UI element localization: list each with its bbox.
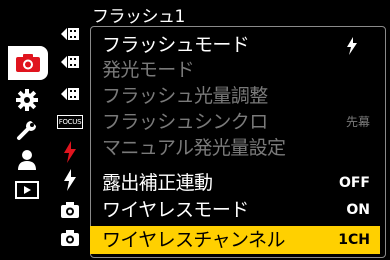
menu-item-label: フラッシュモード	[102, 34, 250, 56]
tab-setup[interactable]	[4, 116, 50, 144]
menu-item-label: ワイヤレスモード	[102, 199, 249, 221]
tab-photo[interactable]	[8, 46, 48, 80]
menu-item-value: 先幕	[345, 115, 370, 129]
video-tab-icon	[61, 88, 79, 100]
menu-screen: フラッシュ1 FOCUS フラッシュモード 発光モード フラッシュ光量調整 フラ…	[0, 0, 390, 260]
video-tab-icon	[61, 28, 79, 40]
tab-custom[interactable]	[4, 86, 50, 114]
menu-item-value: OFF	[338, 175, 370, 191]
focus-tab-icon: FOCUS	[57, 115, 83, 129]
sub-tab-flash-active[interactable]	[52, 140, 88, 164]
menu-item-exposure-comp[interactable]: 露出補正連動 OFF	[90, 171, 380, 196]
video-tab-icon	[61, 56, 79, 68]
flash-auto-icon	[346, 36, 358, 55]
menu-item-label: 露出補正連動	[102, 172, 213, 194]
menu-item-label: フラッシュシンクロ	[102, 111, 268, 133]
menu-item-label: ワイヤレスチャンネル	[102, 228, 285, 251]
tab-my-menu[interactable]	[4, 146, 50, 174]
sub-tab-1[interactable]	[52, 22, 88, 46]
sub-tab-2[interactable]	[52, 50, 88, 74]
menu-item-firing-mode[interactable]: 発光モード	[90, 58, 380, 83]
camera-small-tab-icon	[61, 202, 79, 218]
flash-tab-icon	[64, 141, 76, 163]
tab-playback[interactable]	[4, 176, 50, 204]
sub-tab-camera-1[interactable]	[52, 198, 88, 222]
gear-icon	[16, 89, 38, 111]
camera-small-tab-icon	[61, 230, 79, 246]
playback-icon	[15, 181, 39, 199]
menu-item-label: フラッシュ光量調整	[102, 85, 268, 107]
menu-item-flash-sync[interactable]: フラッシュシンクロ 先幕	[90, 110, 380, 135]
menu-item-wireless-mode[interactable]: ワイヤレスモード ON	[90, 198, 380, 223]
menu-item-manual-output[interactable]: マニュアル発光量設定	[90, 136, 380, 161]
wrench-icon	[17, 121, 36, 140]
focus-tab-text: FOCUS	[58, 118, 82, 126]
menu-item-flash-mode[interactable]: フラッシュモード	[90, 33, 380, 58]
camera-icon	[16, 54, 40, 72]
page-title: フラッシュ1	[92, 7, 185, 27]
menu-item-label: 発光モード	[102, 59, 195, 81]
menu-item-value: ON	[346, 202, 370, 218]
menu-item-value: 1CH	[338, 231, 370, 248]
flash-tab-icon	[64, 169, 76, 191]
menu-item-wireless-channel[interactable]: ワイヤレスチャンネル 1CH	[90, 226, 380, 254]
person-icon	[18, 150, 36, 170]
menu-item-flash-adjust[interactable]: フラッシュ光量調整	[90, 84, 380, 109]
sub-tab-3[interactable]	[52, 82, 88, 106]
sub-tab-camera-2[interactable]	[52, 226, 88, 250]
sub-tab-focus[interactable]: FOCUS	[52, 110, 88, 134]
menu-item-label: マニュアル発光量設定	[102, 137, 286, 159]
sub-tab-flash[interactable]	[52, 168, 88, 192]
